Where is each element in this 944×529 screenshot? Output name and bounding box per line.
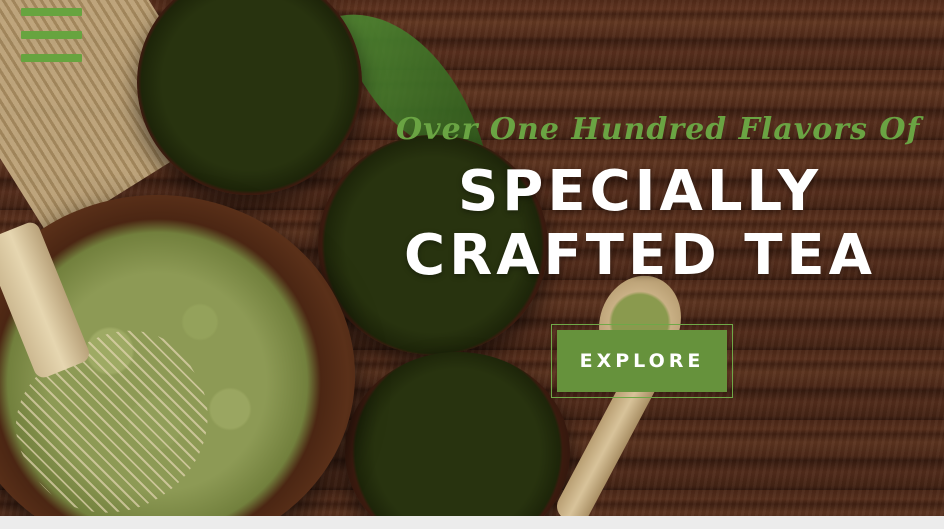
hero-headline: SPECIALLY CRAFTED TEA <box>380 160 900 288</box>
headline-line-2: CRAFTED TEA <box>403 223 877 288</box>
explore-button[interactable]: EXPLORE <box>557 330 727 392</box>
menu-bar <box>21 31 82 39</box>
hero-banner: Over One Hundred Flavors Of SPECIALLY CR… <box>0 0 944 516</box>
menu-bar <box>21 54 82 62</box>
hamburger-menu-icon[interactable] <box>21 8 82 62</box>
page-bottom-strip <box>0 516 944 529</box>
headline-line-1: SPECIALLY <box>457 159 823 224</box>
hero-tagline: Over One Hundred Flavors Of <box>396 112 921 147</box>
menu-bar <box>21 8 82 16</box>
